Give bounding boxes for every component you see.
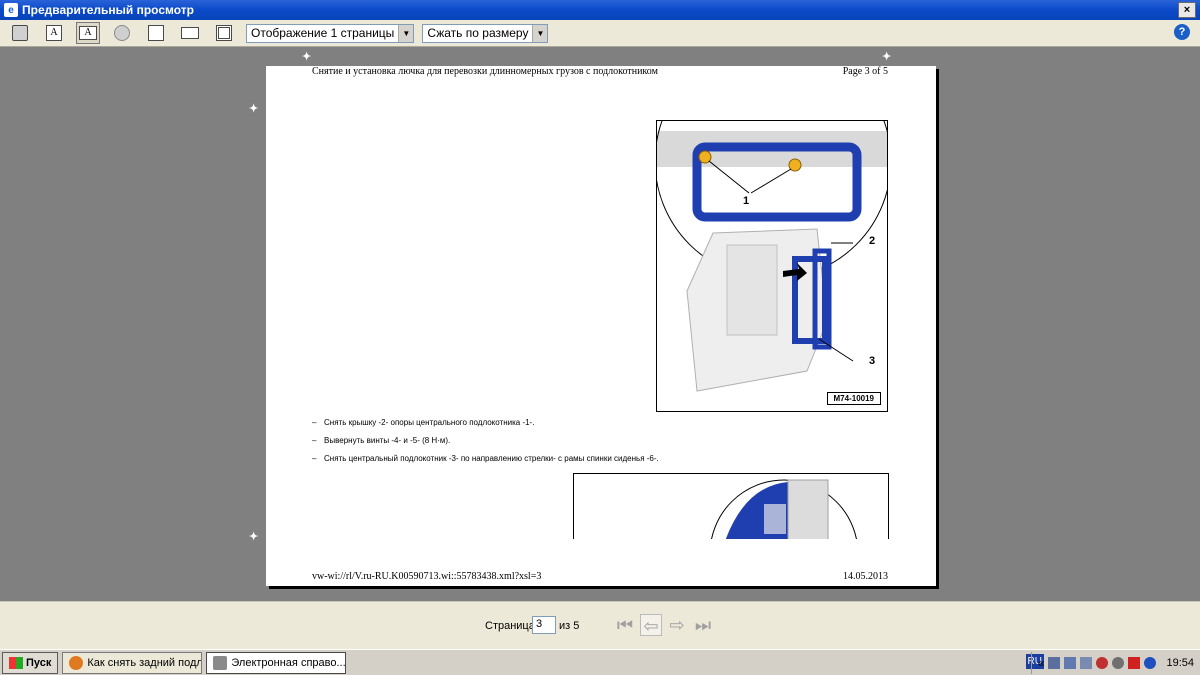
update-icon[interactable]	[1112, 657, 1125, 669]
page-layout-icon	[148, 25, 164, 41]
callout-2: 2	[869, 235, 876, 247]
list-item: – Вывернуть винты -4- и -5- (8 Н·м).	[312, 436, 451, 445]
header-title: Снятие и установка лючка для перевозки д…	[312, 66, 658, 77]
volume-icon[interactable]	[1064, 657, 1077, 669]
figure-code: M74-10019	[826, 392, 881, 405]
app-icon	[213, 655, 228, 670]
page-count-label: из 5	[559, 620, 580, 632]
left-margin-handle-icon[interactable]: ✦	[302, 50, 311, 63]
firefox-icon	[69, 655, 84, 670]
page-setup-button[interactable]	[110, 22, 134, 44]
list-item: – Снять центральный подлокотник -3- по на…	[312, 454, 659, 463]
instructions-list: – Снять крышку -2- опоры центрального под…	[312, 418, 872, 472]
landscape-button[interactable]: A	[76, 22, 100, 44]
start-button[interactable]: Пуск	[2, 651, 59, 674]
page-label: Страница	[485, 620, 535, 632]
previous-page-icon[interactable]: ⇦	[640, 614, 662, 636]
portrait-page-icon: A	[46, 25, 62, 41]
taskbar: Пуск Как снять задний подл... Электронна…	[0, 649, 1200, 675]
system-tray: « 19:54	[1030, 652, 1200, 674]
first-page-icon[interactable]: ⏮	[614, 614, 636, 636]
portrait-button[interactable]: A	[42, 22, 66, 44]
app-icon: e	[4, 3, 18, 17]
page-number-input[interactable]: 3	[532, 616, 556, 634]
gear-icon	[114, 25, 130, 41]
view-mode-value: Отображение 1 страницы	[251, 26, 395, 40]
title-bar: e Предварительный просмотр ×	[0, 0, 1200, 20]
last-page-icon[interactable]: ⏭	[692, 614, 714, 636]
windows-logo-icon	[9, 656, 23, 669]
armrest-illustration	[657, 121, 887, 392]
callout-3: 3	[869, 355, 876, 367]
view-mode-select[interactable]: Отображение 1 страницы ▼	[246, 23, 415, 43]
toolbar: A A Отображение 1 страницы ▼ Сжать по ра…	[0, 20, 1200, 47]
zoom-button[interactable]	[212, 22, 236, 44]
dropdown-arrow-icon[interactable]: ▼	[398, 24, 414, 42]
page-header: Снятие и установка лючка для перевозки д…	[312, 66, 888, 80]
taskbar-item-firefox[interactable]: Как снять задний подл...	[62, 651, 203, 674]
tray-expand-icon[interactable]: «	[1038, 656, 1045, 670]
footer-url: vw-wi://rl/V.ru-RU.K00590713.wi::5578343…	[312, 571, 542, 582]
clock: 19:54	[1166, 657, 1194, 669]
zoom-mode-value: Сжать по размеру	[427, 26, 529, 40]
page-navigation-bar: Страница 3 из 5 ⏮ ⇦ ⇨ ⏭	[0, 601, 1200, 649]
next-page-icon[interactable]: ⇨	[666, 614, 688, 636]
footer-date: 14.05.2013	[843, 571, 888, 582]
second-illustration	[711, 479, 857, 539]
top-margin-handle-icon[interactable]: ✦	[249, 102, 258, 115]
list-item: – Снять крышку -2- опоры центрального под…	[312, 418, 535, 427]
bottom-margin-handle-icon[interactable]: ✦	[249, 530, 258, 543]
second-diagram	[573, 473, 889, 539]
preview-workspace: ✦ ✦ ✦ ✦ Снятие и установка лючка для пер…	[0, 48, 1200, 601]
network-icon[interactable]	[1048, 657, 1061, 669]
frame-icon	[181, 27, 199, 39]
full-page-icon	[216, 25, 232, 41]
frame-button[interactable]	[178, 22, 202, 44]
help-icon[interactable]: ?	[1174, 24, 1190, 40]
callout-1: 1	[743, 195, 750, 207]
armrest-diagram: 1 2 3 M74-10019	[656, 120, 888, 412]
security-icon[interactable]	[1096, 657, 1109, 669]
print-button[interactable]	[8, 22, 32, 44]
header-page-number: Page 3 of 5	[842, 66, 888, 77]
landscape-page-icon: A	[79, 26, 97, 40]
printer-icon	[12, 25, 28, 41]
header-footer-button[interactable]	[144, 22, 168, 44]
page-footer: vw-wi://rl/V.ru-RU.K00590713.wi::5578343…	[312, 571, 888, 582]
dropdown-arrow-icon[interactable]: ▼	[532, 24, 548, 42]
bluetooth-icon[interactable]	[1144, 657, 1157, 669]
right-margin-handle-icon[interactable]: ✦	[882, 50, 891, 63]
network-icon[interactable]	[1080, 657, 1093, 669]
zoom-mode-select[interactable]: Сжать по размеру ▼	[422, 23, 549, 43]
preview-page: Снятие и установка лючка для перевозки д…	[266, 66, 936, 586]
antivirus-icon[interactable]	[1128, 657, 1141, 669]
window-title: Предварительный просмотр	[22, 3, 194, 17]
close-button[interactable]: ×	[1178, 2, 1196, 18]
taskbar-item-app[interactable]: Электронная справо...	[206, 651, 347, 674]
